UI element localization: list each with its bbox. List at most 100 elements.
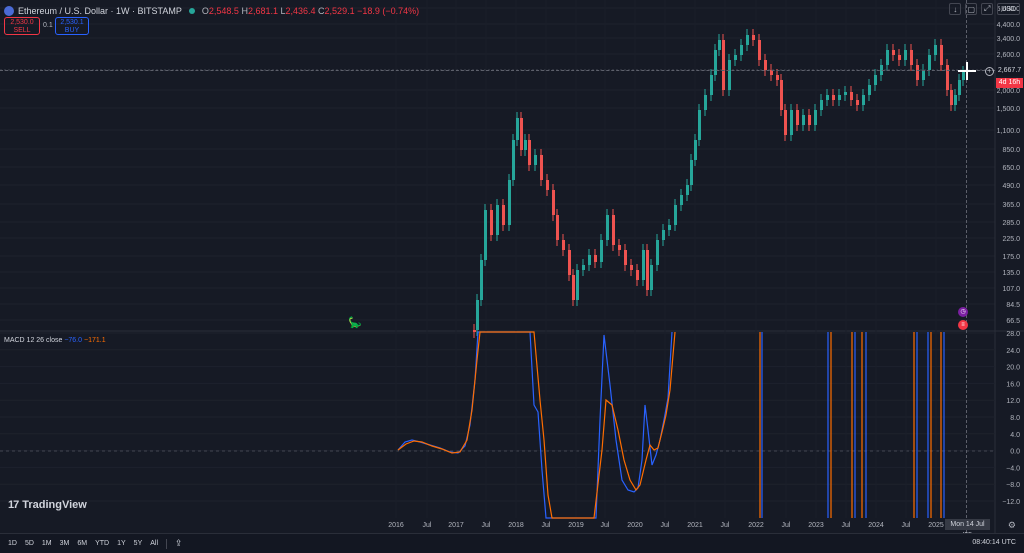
crosshair-horizontal	[0, 70, 995, 71]
candle-body	[802, 115, 805, 125]
macd-tick-label: 0.0	[1010, 449, 1020, 456]
crosshair-date-tag: Mon 14 Jul '25	[945, 519, 990, 539]
spread-value: 0.1	[43, 22, 53, 29]
chart-area[interactable]: 5,600.0 4,400.0 3,400.0 2,600.0 2,000.0 1,500…	[0, 0, 1024, 553]
top-right-controls: ↓ ▢ ⤢ USD	[949, 3, 1020, 15]
candle-body	[668, 225, 671, 230]
bar-countdown-tag: 4d 16h	[996, 78, 1023, 88]
macd-value: −76.0	[64, 337, 83, 344]
time-tick-label: 2019	[568, 522, 584, 529]
maximize-icon[interactable]: ⤢	[981, 3, 994, 15]
tradingview-logo[interactable]: 17 TradingView	[8, 499, 87, 511]
symbol-legend[interactable]: Ethereum / U.S. Dollar · 1W · BITSTAMP O…	[4, 4, 419, 18]
macd-tick-label: 4.0	[1010, 432, 1020, 439]
time-tick-label: 2023	[808, 522, 824, 529]
candle-body	[630, 265, 633, 270]
macd-tick-label: 8.0	[1010, 415, 1020, 422]
candle-body	[808, 115, 811, 125]
candle-body	[832, 95, 835, 100]
time-tick-label: 2024	[868, 522, 884, 529]
utc-clock[interactable]: 08:40:14 UTC	[972, 539, 1016, 546]
candle-body	[568, 250, 571, 275]
candle-body	[674, 205, 677, 225]
event-marker-icon[interactable]: ◷	[958, 307, 968, 317]
chart-canvas[interactable]: 5,600.04,400.03,400.02,600.02,000.01,500…	[0, 0, 1024, 553]
range-button-ytd[interactable]: YTD	[95, 540, 109, 547]
macd-indicator-name: MACD 12 26 close	[4, 337, 63, 344]
price-tick-label: 4,400.0	[997, 22, 1020, 29]
candle-body	[734, 55, 737, 60]
earnings-marker-icon[interactable]: ≡	[958, 320, 968, 330]
time-tick-label: 2016	[388, 522, 404, 529]
price-tick-label: 650.0	[1002, 165, 1020, 172]
download-icon[interactable]: ↓	[949, 3, 962, 15]
candle-body	[862, 95, 865, 105]
candle-body	[496, 205, 499, 235]
time-tick-label: Jul	[423, 522, 432, 529]
range-button-3m[interactable]: 3M	[60, 540, 70, 547]
candle-body	[856, 100, 859, 105]
candle-body	[746, 35, 749, 45]
date-range-group: 1D 5D 1M 3M 6M YTD 1Y 5Y All	[8, 540, 158, 547]
candle-body	[476, 300, 479, 330]
candle-body	[946, 65, 949, 90]
macd-legend[interactable]: MACD 12 26 close −76.0 −171.1	[4, 337, 106, 344]
buy-price: 2,530.1	[60, 19, 84, 26]
candle-body	[588, 255, 591, 265]
macd-tick-label: −4.0	[1006, 465, 1020, 472]
candle-body	[928, 55, 931, 70]
sell-price: 2,530.0	[10, 19, 34, 26]
settings-gear-icon[interactable]: ⚙	[1008, 520, 1016, 531]
range-button-6m[interactable]: 6M	[77, 540, 87, 547]
range-button-1m[interactable]: 1M	[42, 540, 52, 547]
macd-line	[397, 331, 673, 519]
candle-body	[540, 155, 543, 180]
last-price-tag: 2,667.7	[996, 66, 1023, 76]
time-tick-label: 2018	[508, 522, 524, 529]
time-tick-label: 2017	[448, 522, 464, 529]
candle-body	[572, 275, 575, 300]
range-button-5d[interactable]: 5D	[25, 540, 34, 547]
candle-body	[898, 55, 901, 60]
candle-body	[752, 35, 755, 40]
tradingview-logo-text: TradingView	[22, 499, 87, 511]
macd-tick-label: 24.0	[1006, 348, 1020, 355]
signal-line	[397, 331, 676, 519]
price-tick-label: 175.0	[1002, 254, 1020, 261]
fullscreen-icon[interactable]: ▢	[965, 3, 978, 15]
candle-body	[662, 230, 665, 240]
candle-body	[546, 180, 549, 190]
price-tick-label: 135.0	[1002, 270, 1020, 277]
candle-body	[868, 85, 871, 95]
macd-tick-label: −8.0	[1006, 482, 1020, 489]
tradingview-mark-icon: 17	[8, 499, 19, 511]
range-button-1d[interactable]: 1D	[8, 540, 17, 547]
toolbar-separator	[166, 538, 168, 549]
candle-body	[904, 50, 907, 60]
candle-body	[636, 270, 639, 280]
price-tick-label: 285.0	[1002, 220, 1020, 227]
range-button-all[interactable]: All	[150, 540, 158, 547]
candle-body	[612, 215, 615, 245]
range-button-5y[interactable]: 5Y	[134, 540, 143, 547]
buy-button[interactable]: 2,530.1 BUY	[55, 17, 89, 35]
candle-body	[594, 255, 597, 262]
goto-date-icon[interactable]: ⇪	[175, 538, 183, 549]
candle-body	[780, 80, 783, 110]
add-alert-icon[interactable]: +	[985, 67, 994, 76]
price-tick-label: 3,400.0	[997, 36, 1020, 43]
candle-body	[624, 250, 627, 265]
candle-body	[940, 45, 943, 65]
currency-button[interactable]: USD	[997, 3, 1020, 15]
symbol-title[interactable]: Ethereum / U.S. Dollar · 1W · BITSTAMP	[18, 6, 182, 16]
price-tick-label: 225.0	[1002, 236, 1020, 243]
candle-body	[656, 240, 659, 265]
candle-body	[686, 185, 689, 195]
sell-button[interactable]: 2,530.0 SELL	[4, 17, 40, 35]
candle-body	[892, 50, 895, 55]
range-button-1y[interactable]: 1Y	[117, 540, 126, 547]
candle-body	[950, 90, 953, 105]
candle-body	[528, 140, 531, 165]
candle-body	[954, 95, 957, 105]
candle-body	[690, 160, 693, 185]
